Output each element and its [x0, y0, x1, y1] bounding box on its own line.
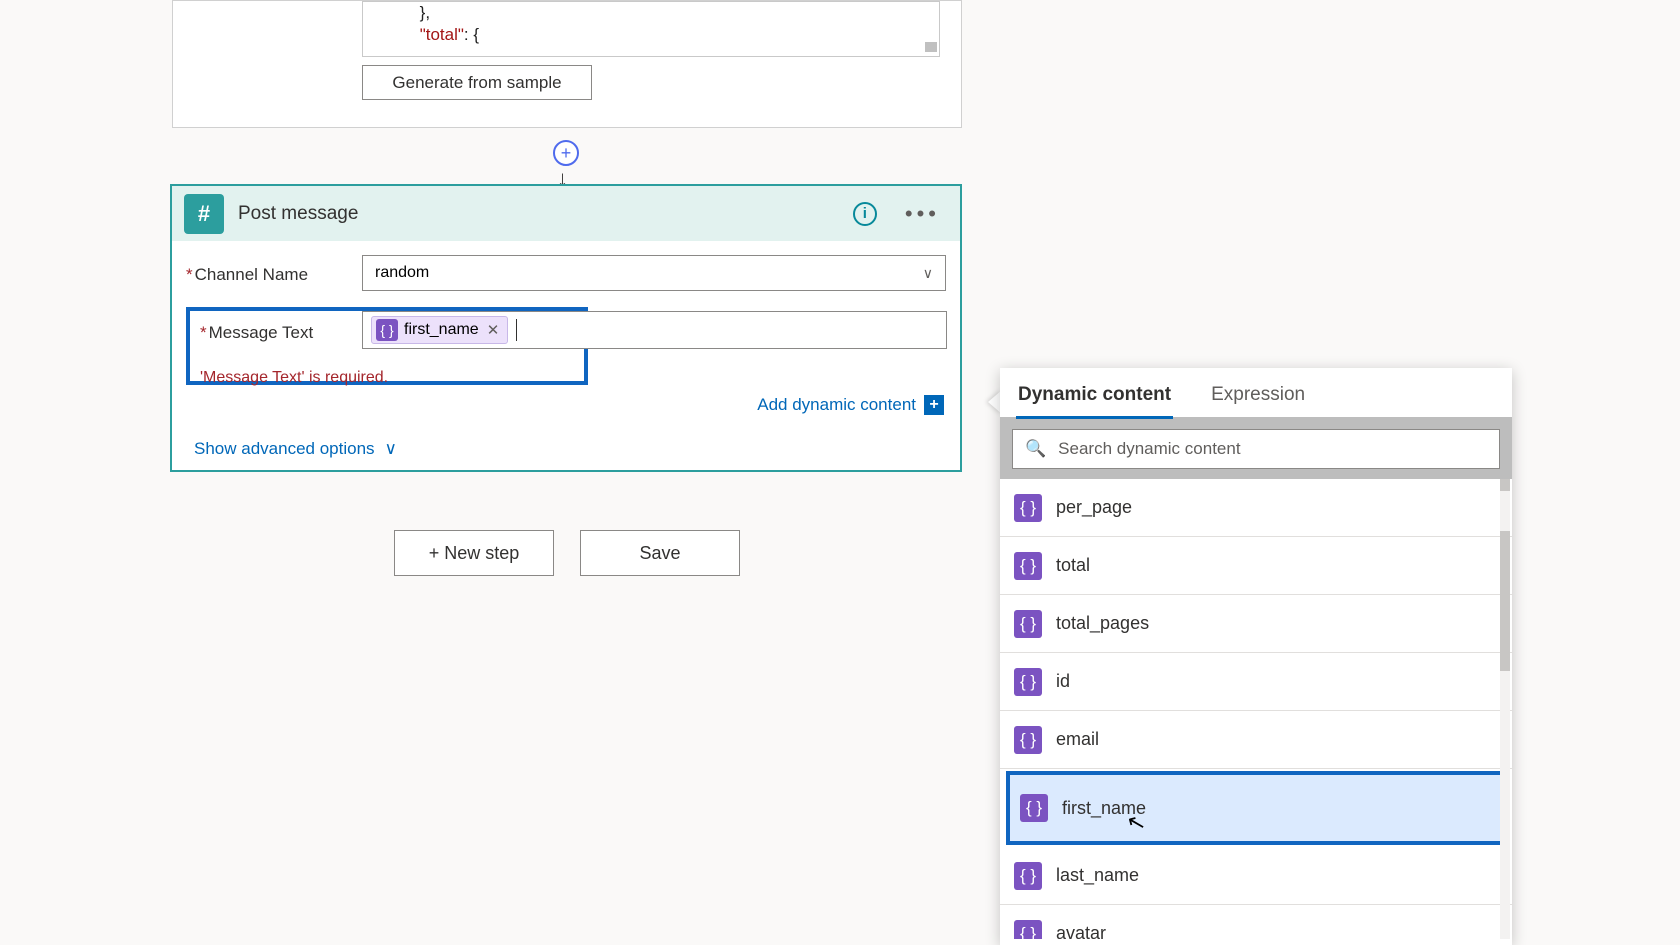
item-icon: { } — [1014, 494, 1042, 522]
plus-icon: + — [553, 140, 579, 166]
label-message-text: *Message Text — [200, 321, 376, 343]
scroll-up-icon[interactable] — [1500, 479, 1510, 491]
tab-dynamic-content[interactable]: Dynamic content — [1016, 378, 1173, 419]
schema-code-box[interactable]: }, "total": { — [362, 1, 940, 57]
flyout-tabs: Dynamic content Expression — [1000, 368, 1512, 419]
card-header[interactable]: # Post message i ••• — [172, 186, 960, 241]
token-first-name[interactable]: { } first_name ✕ — [371, 316, 508, 344]
add-dynamic-content-link[interactable]: Add dynamic content + — [172, 385, 960, 415]
parse-json-card: }, "total": { Generate from sample — [172, 0, 962, 128]
dyn-item-id[interactable]: { } id — [1000, 653, 1512, 711]
item-icon: { } — [1014, 862, 1042, 890]
dyn-item-per-page[interactable]: { } per_page — [1000, 479, 1512, 537]
token-icon: { } — [376, 319, 398, 341]
item-icon: { } — [1014, 920, 1042, 940]
scroll-thumb[interactable] — [1500, 531, 1510, 671]
dyn-item-total-pages[interactable]: { } total_pages — [1000, 595, 1512, 653]
add-dynamic-plus-icon: + — [924, 395, 944, 415]
chevron-down-icon: ∨ — [385, 439, 397, 459]
save-button[interactable]: Save — [580, 530, 740, 576]
message-text-input[interactable]: { } first_name ✕ — [362, 311, 947, 349]
insert-step-button[interactable]: + — [552, 140, 580, 168]
tab-expression[interactable]: Expression — [1209, 378, 1307, 417]
validation-error: 'Message Text' is required. — [200, 369, 574, 387]
dyn-item-total[interactable]: { } total — [1000, 537, 1512, 595]
dyn-item-avatar[interactable]: { } avatar — [1000, 905, 1512, 939]
token-remove-button[interactable]: ✕ — [487, 321, 500, 339]
channel-name-value: random — [375, 264, 429, 282]
card-menu-button[interactable]: ••• — [905, 201, 940, 227]
dyn-item-first-name[interactable]: { } first_name — [1006, 771, 1506, 845]
flyout-scrollbar[interactable] — [1500, 479, 1510, 939]
channel-name-select[interactable]: random ∨ — [362, 255, 946, 291]
item-icon: { } — [1014, 610, 1042, 638]
item-icon: { } — [1014, 552, 1042, 580]
dyn-item-last-name[interactable]: { } last_name — [1000, 847, 1512, 905]
dyn-item-email[interactable]: { } email — [1000, 711, 1512, 769]
info-icon[interactable]: i — [853, 202, 877, 226]
code-scroll-thumb[interactable] — [925, 42, 937, 52]
post-message-card: # Post message i ••• *Channel Name rando… — [170, 184, 962, 472]
row-channel-name: *Channel Name random ∨ — [172, 255, 960, 291]
new-step-button[interactable]: + New step — [394, 530, 554, 576]
item-icon: { } — [1014, 668, 1042, 696]
label-channel-name: *Channel Name — [186, 255, 362, 285]
search-icon: 🔍 — [1025, 439, 1046, 459]
card-title: Post message — [238, 203, 839, 225]
dynamic-items-list: { } per_page { } total { } total_pages {… — [1000, 479, 1512, 939]
dynamic-content-flyout: Dynamic content Expression 🔍 Search dyna… — [1000, 368, 1512, 945]
item-icon: { } — [1020, 794, 1048, 822]
slack-icon: # — [184, 194, 224, 234]
search-input[interactable]: 🔍 Search dynamic content — [1012, 429, 1500, 469]
chevron-down-icon: ∨ — [923, 265, 933, 282]
text-caret — [516, 319, 517, 341]
row-message-text: *Message Text 'Message Text' is required… — [172, 307, 960, 385]
item-icon: { } — [1014, 726, 1042, 754]
show-advanced-options[interactable]: Show advanced options ∨ — [172, 415, 960, 459]
generate-from-sample-button[interactable]: Generate from sample — [362, 65, 592, 100]
